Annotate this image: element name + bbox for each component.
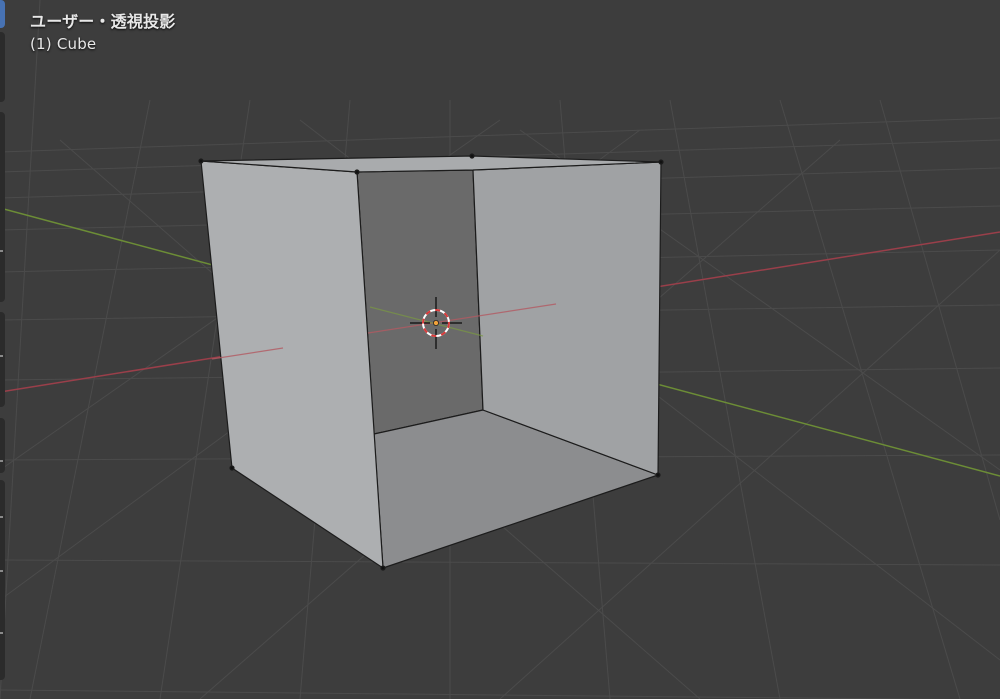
active-object-name: (1) Cube	[30, 35, 97, 53]
toolbar-tick	[0, 250, 3, 252]
toolbar-group-2[interactable]	[0, 112, 5, 302]
toolbar-tick	[0, 355, 3, 357]
3d-viewport[interactable]: ユーザー・透視投影 (1) Cube	[0, 0, 1000, 699]
viewport-canvas[interactable]	[0, 0, 1000, 699]
toolbar-group-1[interactable]	[0, 32, 5, 102]
toolbar-group-3[interactable]	[0, 312, 5, 407]
cube-object[interactable]	[198, 153, 664, 571]
view-title: ユーザー・透視投影	[30, 12, 176, 31]
toolbar-tick	[0, 516, 3, 518]
object-origin-icon	[432, 319, 439, 326]
toolbar-tick	[0, 460, 3, 462]
cube-left-face	[200, 160, 384, 569]
toolbar-group-4[interactable]	[0, 418, 5, 473]
toolbar-tick	[0, 632, 3, 634]
toolbar-select-tool[interactable]	[0, 0, 5, 28]
toolbar-tick	[0, 570, 3, 572]
toolbar-group-5[interactable]	[0, 480, 5, 680]
cube-inner-back-face	[356, 169, 484, 435]
